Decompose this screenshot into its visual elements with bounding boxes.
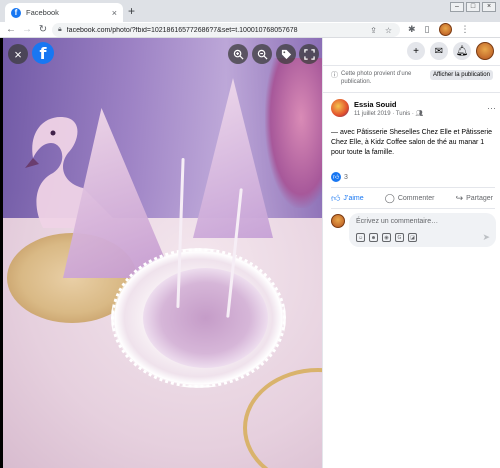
sticker-icon[interactable]: ◪ bbox=[408, 233, 417, 242]
comment-tools: ☺ ☻ ◉ G ◪ bbox=[356, 233, 417, 242]
minimize-button[interactable]: – bbox=[450, 2, 464, 12]
comment-placeholder[interactable]: Écrivez un commentaire… bbox=[356, 218, 438, 225]
maximize-button[interactable]: □ bbox=[466, 2, 480, 12]
emoji-icon[interactable]: ☻ bbox=[369, 233, 378, 242]
zoom-out-icon bbox=[257, 49, 268, 60]
browser-profile-avatar[interactable] bbox=[438, 23, 452, 36]
comment-input[interactable]: Écrivez un commentaire… ☺ ☻ ◉ G ◪ ➤ bbox=[349, 213, 496, 247]
fullscreen-icon bbox=[303, 48, 315, 60]
facebook-favicon-icon: f bbox=[11, 7, 21, 18]
gif-icon[interactable]: G bbox=[395, 233, 404, 242]
photo-viewer: × f bbox=[0, 38, 322, 468]
window-close-button[interactable]: × bbox=[482, 2, 496, 12]
photo-dessert-bowl bbox=[143, 268, 268, 368]
lock-icon: 🔒︎ bbox=[58, 26, 62, 33]
browser-menu-icon[interactable]: ⋮ bbox=[461, 24, 470, 35]
zoom-in-button[interactable] bbox=[228, 44, 248, 64]
zoom-out-button[interactable] bbox=[252, 44, 272, 64]
author-name[interactable]: Essia Souid bbox=[354, 100, 423, 109]
send-comment-icon[interactable]: ➤ bbox=[482, 232, 490, 243]
comment-bubble-icon: ◯ bbox=[384, 193, 395, 203]
divider bbox=[323, 65, 500, 66]
address-bar-row: ← → ↻ 🔒︎ facebook.com/photo/?fbid=102186… bbox=[0, 22, 500, 38]
post-actions: 👍︎ J’aime ◯ Commenter ↪ Partager bbox=[327, 191, 497, 206]
party-photo bbox=[3, 38, 322, 468]
header-actions: + ✉︎ 🔔︎ bbox=[407, 42, 494, 60]
forward-icon[interactable]: → bbox=[22, 24, 32, 35]
audience-friends-icon: 👥︎ bbox=[415, 110, 424, 117]
tag-icon bbox=[281, 49, 291, 59]
new-tab-button[interactable]: + bbox=[128, 4, 135, 18]
tab-title: Facebook bbox=[26, 8, 59, 17]
url-text[interactable]: facebook.com/photo/?fbid=102186165772686… bbox=[67, 27, 370, 34]
post-meta: 11 juillet 2019 · Tunis · 👥︎ bbox=[354, 110, 423, 117]
extensions-puzzle-icon[interactable]: ✱ bbox=[408, 24, 416, 35]
camera-icon[interactable]: ◉ bbox=[382, 233, 391, 242]
messenger-icon[interactable]: ✉︎ bbox=[430, 42, 448, 60]
source-post-text: Cette photo provient d’une publication. bbox=[341, 71, 412, 85]
divider bbox=[323, 92, 500, 93]
divider bbox=[331, 187, 495, 188]
comment-composer: Écrivez un commentaire… ☺ ☻ ◉ G ◪ ➤ bbox=[331, 213, 496, 247]
account-avatar[interactable] bbox=[476, 42, 494, 60]
thumbs-up-icon: 👍︎ bbox=[331, 193, 341, 203]
facebook-logo-icon[interactable]: f bbox=[32, 42, 54, 64]
url-field[interactable]: 🔒︎ facebook.com/photo/?fbid=102186165772… bbox=[52, 23, 400, 37]
tab-bar: f Facebook × + – □ × bbox=[0, 0, 500, 22]
window-controls: – □ × bbox=[450, 2, 496, 12]
like-button[interactable]: 👍︎ J’aime bbox=[327, 191, 368, 206]
close-photo-button[interactable]: × bbox=[8, 44, 28, 64]
avatar-sticker-icon[interactable]: ☺ bbox=[356, 233, 365, 242]
notifications-bell-icon[interactable]: 🔔︎ bbox=[453, 42, 471, 60]
side-panel-icon[interactable]: ▯ bbox=[425, 24, 430, 35]
show-post-button[interactable]: Afficher la publication bbox=[430, 70, 493, 80]
like-reaction-icon: 👍︎ bbox=[331, 172, 341, 182]
comment-button[interactable]: ◯ Commenter bbox=[381, 191, 439, 206]
bookmark-star-icon[interactable]: ☆ bbox=[385, 26, 392, 35]
reaction-count[interactable]: 3 bbox=[344, 174, 348, 181]
info-icon: ⓘ bbox=[331, 72, 338, 79]
share-arrow-icon: ↪ bbox=[455, 193, 464, 203]
tab-close-button[interactable]: × bbox=[112, 8, 117, 18]
author-avatar[interactable] bbox=[331, 99, 349, 117]
post-author: Essia Souid 11 juillet 2019 · Tunis · 👥︎… bbox=[331, 99, 496, 117]
more-options-button[interactable]: ··· bbox=[487, 103, 496, 113]
post-date[interactable]: 11 juillet 2019 · Tunis · bbox=[354, 111, 414, 117]
zoom-in-icon bbox=[233, 49, 244, 60]
browser-tab[interactable]: f Facebook × bbox=[5, 3, 123, 22]
share-page-icon[interactable]: ⇪ bbox=[370, 26, 377, 35]
tag-photo-button[interactable] bbox=[276, 44, 296, 64]
create-plus-icon[interactable]: + bbox=[407, 42, 425, 60]
reload-icon[interactable]: ↻ bbox=[38, 24, 48, 35]
post-side-panel: + ✉︎ 🔔︎ ⓘ Cette photo provient d’une pub… bbox=[322, 38, 500, 468]
like-label: J’aime bbox=[343, 195, 364, 202]
commenter-avatar[interactable] bbox=[331, 214, 345, 228]
share-label: Partager bbox=[466, 195, 493, 202]
photo-feather-decoration bbox=[265, 58, 322, 208]
fullscreen-button[interactable] bbox=[299, 44, 319, 64]
close-icon: × bbox=[14, 46, 22, 62]
reaction-summary[interactable]: 👍︎ 3 bbox=[331, 172, 348, 182]
back-icon[interactable]: ← bbox=[6, 24, 16, 35]
extension-icons: ✱ ▯ ⋮ bbox=[408, 23, 470, 36]
comment-label: Commenter bbox=[397, 195, 435, 202]
source-post-notice: ⓘ Cette photo provient d’une publication… bbox=[331, 70, 496, 86]
divider bbox=[331, 208, 495, 209]
post-caption: — avec Pâtisserie Sheselles Chez Elle et… bbox=[331, 129, 493, 156]
share-button[interactable]: ↪ Partager bbox=[452, 191, 497, 206]
